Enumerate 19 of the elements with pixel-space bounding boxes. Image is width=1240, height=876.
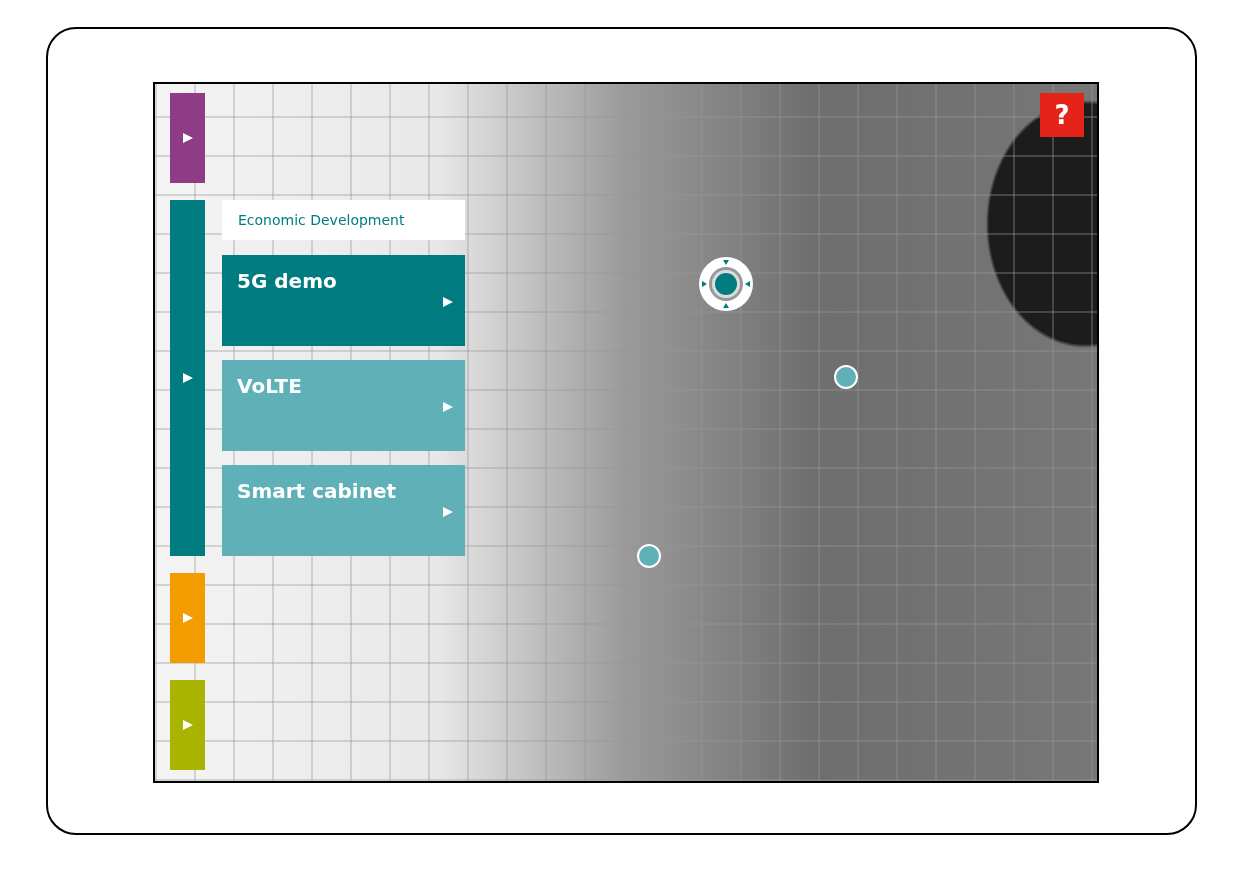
category-tab[interactable] xyxy=(170,680,205,770)
help-button[interactable]: ? xyxy=(1040,93,1084,137)
panel-title: Economic Development xyxy=(222,200,465,240)
play-icon xyxy=(182,373,193,383)
play-icon xyxy=(182,613,193,623)
category-tab[interactable] xyxy=(170,200,205,556)
category-tab[interactable] xyxy=(170,573,205,663)
demo-card[interactable]: Smart cabinet xyxy=(222,465,465,556)
demo-card[interactable]: VoLTE xyxy=(222,360,465,451)
play-icon xyxy=(443,507,453,517)
map-marker[interactable] xyxy=(637,544,661,568)
play-icon xyxy=(443,297,453,307)
demo-card[interactable]: 5G demo xyxy=(222,255,465,346)
play-icon xyxy=(443,402,453,412)
map-marker[interactable] xyxy=(834,365,858,389)
play-icon xyxy=(182,720,193,730)
play-icon xyxy=(182,133,193,143)
category-tab[interactable] xyxy=(170,93,205,183)
selected-map-marker[interactable] xyxy=(698,256,754,312)
